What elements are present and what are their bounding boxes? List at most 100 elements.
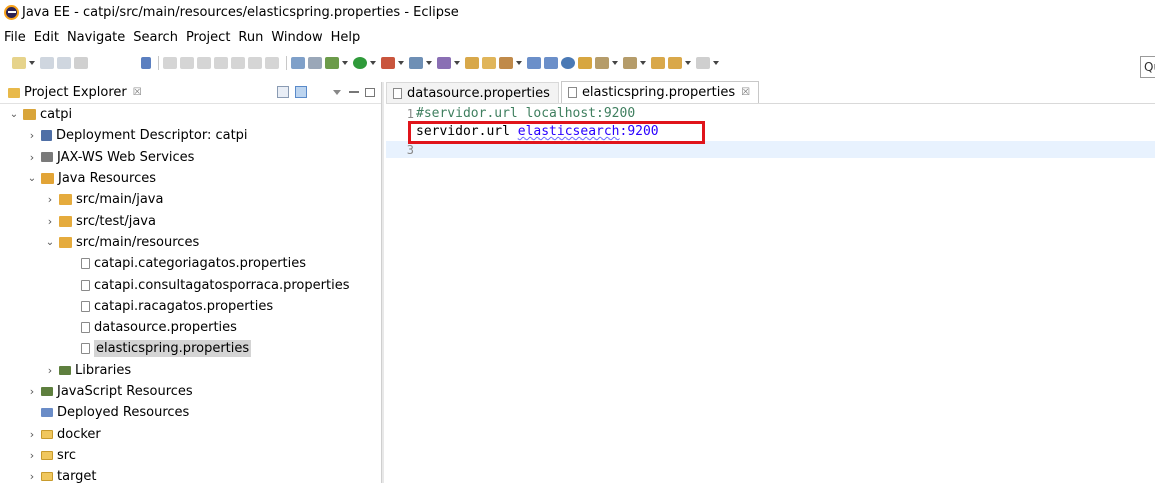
resume-icon[interactable] <box>163 57 177 69</box>
forward-icon[interactable] <box>696 57 710 69</box>
menu-project[interactable]: Project <box>182 30 234 45</box>
tree-item[interactable]: › src/main/java <box>0 189 381 210</box>
menu-window[interactable]: Window <box>267 30 326 45</box>
search-pencil-icon[interactable] <box>499 57 513 69</box>
disconnect-icon[interactable] <box>214 57 228 69</box>
tree-item-label: JavaScript Resources <box>57 384 193 399</box>
view-menu-icon[interactable] <box>333 89 341 95</box>
chevron-down-icon[interactable]: ⌄ <box>8 109 20 120</box>
chevron-right-icon[interactable]: › <box>44 364 56 377</box>
terminate-icon[interactable] <box>197 57 211 69</box>
menu-help[interactable]: Help <box>327 30 365 45</box>
back-icon[interactable] <box>668 57 682 69</box>
new-icon[interactable] <box>12 57 26 69</box>
filter-icon[interactable] <box>313 86 325 98</box>
minimize-icon[interactable] <box>349 91 359 93</box>
chevron-down-icon[interactable]: ⌄ <box>44 237 56 248</box>
step-over-icon[interactable] <box>248 57 262 69</box>
tree-item[interactable]: Deployed Resources <box>0 402 381 423</box>
folder-icon <box>41 472 53 482</box>
tree-item[interactable]: › target <box>0 466 381 483</box>
tree-item[interactable]: catapi.racagatos.properties <box>0 296 381 317</box>
tree-item[interactable]: ⌄ catpi <box>0 104 381 125</box>
menu-search[interactable]: Search <box>129 30 182 45</box>
quick-access-input[interactable]: Qu <box>1140 56 1155 78</box>
next-annotation-icon[interactable] <box>595 57 609 69</box>
next-annotation-dropdown-icon[interactable] <box>612 61 618 65</box>
menu-run[interactable]: Run <box>234 30 267 45</box>
chevron-right-icon[interactable]: › <box>26 449 38 462</box>
tree-item[interactable]: ⌄ src/main/resources <box>0 232 381 253</box>
new-java-class-icon[interactable] <box>437 57 451 69</box>
project-explorer-tab[interactable]: Project Explorer ☒ <box>0 82 381 104</box>
globe-icon[interactable] <box>561 57 575 69</box>
collapse-all-icon[interactable] <box>277 86 289 98</box>
chevron-right-icon[interactable]: › <box>26 151 38 164</box>
new-class-dropdown-icon[interactable] <box>454 61 460 65</box>
menu-file[interactable]: File <box>0 30 30 45</box>
open-folder-icon[interactable] <box>482 57 496 69</box>
last-edit-location-icon[interactable] <box>651 57 665 69</box>
run-dropdown-icon[interactable] <box>370 61 376 65</box>
print-icon[interactable] <box>74 57 88 69</box>
tree-item[interactable]: › JavaScript Resources <box>0 381 381 402</box>
main-toolbar <box>0 52 1155 74</box>
chevron-right-icon[interactable]: › <box>44 193 56 206</box>
title-bar: Java EE - catpi/src/main/resources/elast… <box>0 0 1155 24</box>
tree-item[interactable]: catapi.categoriagatos.properties <box>0 253 381 274</box>
block-selection-icon[interactable] <box>544 57 558 69</box>
tree-item[interactable]: ⌄ Java Resources <box>0 168 381 189</box>
tree-item[interactable]: catapi.consultagatosporraca.properties <box>0 274 381 295</box>
menu-navigate[interactable]: Navigate <box>63 30 129 45</box>
task-icon[interactable] <box>308 57 322 69</box>
panel-splitter[interactable] <box>381 82 384 483</box>
chevron-down-icon[interactable]: ⌄ <box>26 173 38 184</box>
new-dropdown-icon[interactable] <box>29 61 35 65</box>
skip-breakpoints-icon[interactable] <box>141 57 151 69</box>
chevron-right-icon[interactable]: › <box>26 470 38 483</box>
previous-annotation-dropdown-icon[interactable] <box>640 61 646 65</box>
external-tools-icon[interactable] <box>381 57 395 69</box>
chevron-right-icon[interactable]: › <box>44 215 56 228</box>
save-all-icon[interactable] <box>57 57 71 69</box>
new-server-dropdown-icon[interactable] <box>426 61 432 65</box>
save-icon[interactable] <box>40 57 54 69</box>
back-dropdown-icon[interactable] <box>685 61 691 65</box>
annotation-icon[interactable] <box>578 57 592 69</box>
folder-icon <box>41 429 53 439</box>
step-return-icon[interactable] <box>265 57 279 69</box>
tree-item[interactable]: datasource.properties <box>0 317 381 338</box>
close-icon[interactable]: ☒ <box>741 87 750 98</box>
bug-icon[interactable] <box>325 57 339 69</box>
tree-item[interactable]: › docker <box>0 423 381 444</box>
step-into-icon[interactable] <box>231 57 245 69</box>
tab-datasource-properties[interactable]: datasource.properties <box>386 82 559 103</box>
chevron-right-icon[interactable]: › <box>26 129 38 142</box>
tab-elasticspring-properties[interactable]: elasticspring.properties ☒ <box>560 81 760 103</box>
search-dropdown-icon[interactable] <box>516 61 522 65</box>
tree-item[interactable]: › src <box>0 445 381 466</box>
toggle-mark-icon[interactable] <box>527 57 541 69</box>
chevron-right-icon[interactable]: › <box>26 385 38 398</box>
close-icon[interactable]: ☒ <box>133 87 142 98</box>
link-with-editor-icon[interactable] <box>295 86 307 98</box>
server-icon[interactable] <box>291 57 305 69</box>
open-type-icon[interactable] <box>465 57 479 69</box>
new-server-icon[interactable] <box>409 57 423 69</box>
tree-item[interactable]: › Deployment Descriptor: catpi <box>0 125 381 146</box>
chevron-right-icon[interactable]: › <box>26 428 38 441</box>
tree-item[interactable]: › src/test/java <box>0 210 381 231</box>
tree-item[interactable]: elasticspring.properties <box>0 338 381 359</box>
eclipse-logo-icon <box>4 4 19 20</box>
run-icon[interactable] <box>353 57 367 69</box>
suspend-icon[interactable] <box>180 57 194 69</box>
maximize-icon[interactable] <box>365 87 375 97</box>
previous-annotation-icon[interactable] <box>623 57 637 69</box>
tree-item[interactable]: › JAX-WS Web Services <box>0 147 381 168</box>
menu-edit[interactable]: Edit <box>30 30 63 45</box>
tree-item-label: docker <box>57 426 101 442</box>
tree-item[interactable]: › Libraries <box>0 360 381 381</box>
forward-dropdown-icon[interactable] <box>713 61 719 65</box>
debug-dropdown-icon[interactable] <box>342 61 348 65</box>
external-tools-dropdown-icon[interactable] <box>398 61 404 65</box>
